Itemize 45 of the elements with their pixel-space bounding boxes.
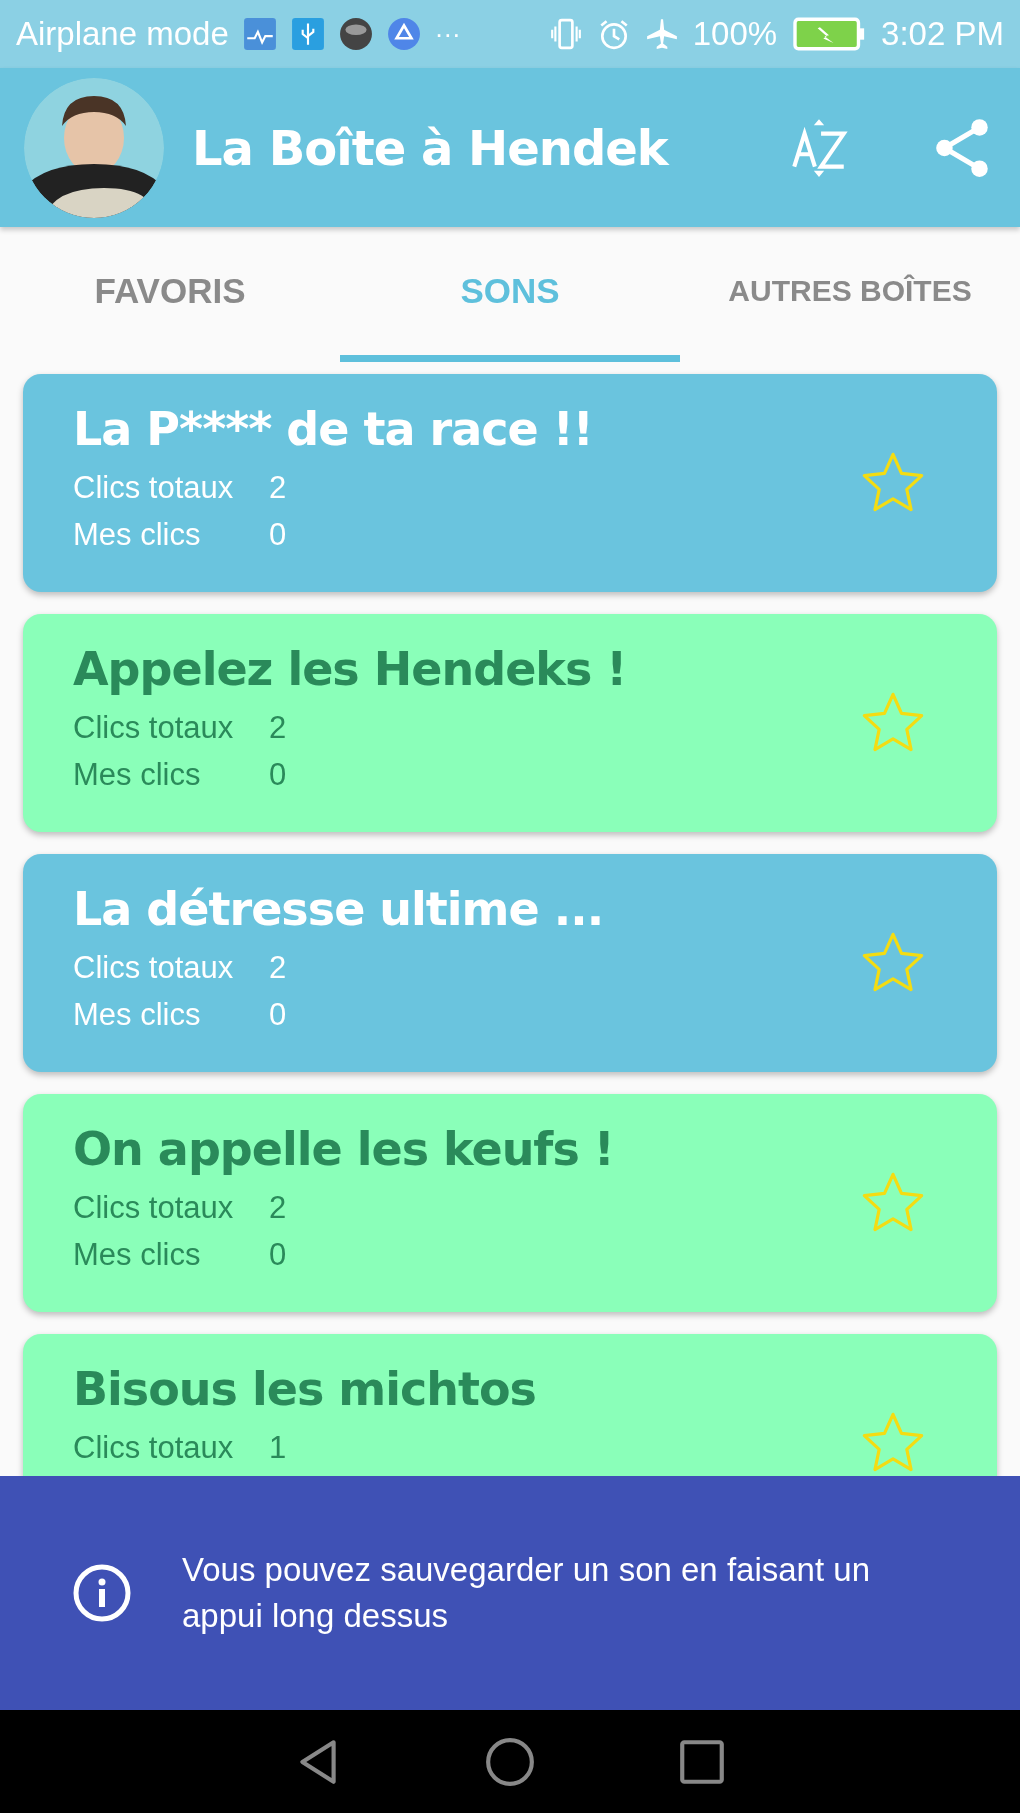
stat-value: 2	[269, 949, 287, 987]
usb-icon	[290, 17, 325, 51]
battery-percent: 100%	[692, 15, 778, 53]
vibrate-icon	[548, 17, 583, 51]
stat-label: Mes clics	[73, 756, 202, 794]
sound-card[interactable]: Bisous les michtos Clics totaux 1	[23, 1334, 997, 1476]
sound-title: La détresse ultime ...	[73, 881, 605, 938]
sound-card[interactable]: La P**** de ta race !! Clics totaux 2 Mes clics 0	[23, 374, 997, 592]
stat-label: Mes clics	[73, 1236, 202, 1274]
home-icon[interactable]	[484, 1735, 536, 1788]
stat-label: Clics totaux	[73, 1189, 235, 1227]
stat-value: 2	[269, 469, 287, 507]
stat-value: 0	[269, 996, 287, 1034]
stat-value: 0	[269, 756, 287, 794]
stat-label: Clics totaux	[73, 709, 235, 747]
stat-label: Clics totaux	[73, 469, 235, 507]
stat-value: 2	[269, 709, 287, 747]
stat-label: Mes clics	[73, 996, 202, 1034]
sound-title: Appelez les Hendeks !	[73, 641, 628, 698]
clock: 3:02 PM	[881, 15, 1004, 53]
app-icon	[338, 17, 373, 51]
stat-label: Clics totaux	[73, 949, 235, 987]
info-icon	[72, 1563, 132, 1623]
sound-title: On appelle les keufs !	[73, 1121, 615, 1178]
app-title: La Boîte à Hendek	[192, 119, 668, 176]
sound-title: La P**** de ta race !!	[73, 401, 594, 458]
stat-value: 0	[269, 1236, 287, 1274]
more-notifications: ···	[434, 18, 461, 50]
tab[interactable]: AUTRES BOÎTES	[680, 227, 1020, 362]
sound-title: Bisous les michtos	[73, 1361, 537, 1418]
status-text: Airplane mode	[16, 15, 229, 53]
sound-card[interactable]: La détresse ultime ... Clics totaux 2 Mes clics 0	[23, 854, 997, 1072]
airplane-icon	[644, 17, 679, 51]
stat-value: 0	[269, 516, 287, 554]
stat-value: 1	[269, 1429, 287, 1467]
snackbar-message: Vous pouvez sauvegarder un son en faisant un appui long dessus	[182, 1550, 871, 1636]
stat-label: Mes clics	[73, 516, 202, 554]
sound-card[interactable]: Appelez les Hendeks ! Clics totaux 2 Mes clics 0	[23, 614, 997, 832]
tab[interactable]: SONS	[340, 227, 680, 362]
stat-value: 2	[269, 1189, 287, 1227]
stat-label: Clics totaux	[73, 1429, 235, 1467]
drive-icon	[386, 17, 421, 51]
tab[interactable]: FAVORIS	[0, 227, 340, 362]
heart-rate-icon	[242, 17, 277, 51]
sound-card[interactable]: On appelle les keufs ! Clics totaux 2 Mes clics 0	[23, 1094, 997, 1312]
